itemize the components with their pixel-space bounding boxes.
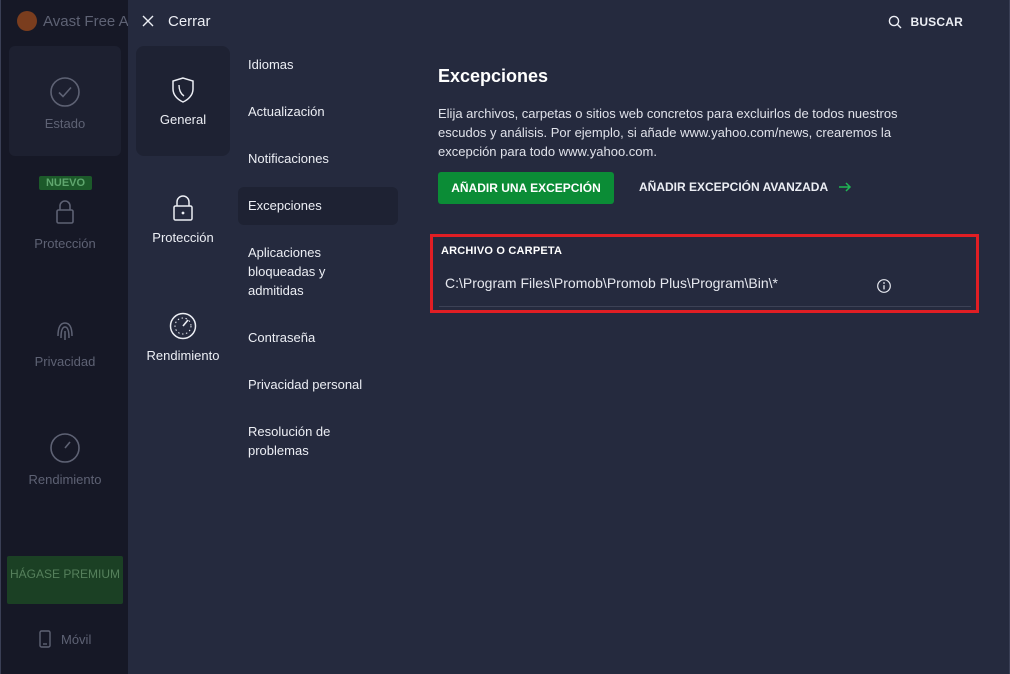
subnav-actualizacion[interactable]: Actualización (238, 102, 398, 121)
bg-nav-movil[interactable]: Móvil (39, 630, 91, 648)
page-description: Elija archivos, carpetas o sitios web co… (438, 106, 898, 159)
arrow-right-icon (839, 182, 852, 192)
bg-nav-proteccion[interactable]: Protección (9, 196, 121, 251)
lock-icon (173, 195, 193, 221)
shield-icon (172, 77, 194, 103)
exception-row[interactable]: C:\Program Files\Promob\Promob Plus\Prog… (439, 267, 971, 307)
close-button[interactable]: Cerrar (142, 10, 211, 32)
exception-path: C:\Program Files\Promob\Promob Plus\Prog… (445, 275, 778, 291)
column-header-file-folder: ARCHIVO O CARPETA (441, 245, 563, 257)
search-label: BUSCAR (910, 15, 963, 29)
settings-panel: Cerrar BUSCAR General Protección Rendimi… (128, 0, 1010, 674)
category-proteccion[interactable]: Protección (136, 194, 230, 245)
lock-icon (56, 200, 74, 224)
bg-nav-estado[interactable]: Estado (9, 46, 121, 156)
info-icon[interactable] (876, 278, 892, 294)
close-icon (142, 15, 154, 27)
background-app-sidebar: Avast Free A Estado NUEVO Protección Pri… (0, 0, 129, 674)
subnav-aplicaciones-bloqueadas[interactable]: Aplicaciones bloqueadas y admitidas (238, 243, 368, 300)
bg-nav-rendimiento[interactable]: Rendimiento (9, 432, 121, 487)
new-badge: NUEVO (39, 176, 92, 190)
premium-button[interactable]: HÁGASE PREMIUM (7, 556, 123, 604)
subnav-privacidad-personal[interactable]: Privacidad personal (238, 375, 398, 394)
avast-logo-icon (17, 11, 37, 31)
subnav-notificaciones[interactable]: Notificaciones (238, 149, 398, 168)
category-general[interactable]: General (136, 46, 230, 156)
subnav-excepciones[interactable]: Excepciones (238, 187, 398, 225)
bg-nav-privacidad[interactable]: Privacidad (9, 314, 121, 369)
background-app-title: Avast Free A (17, 10, 129, 32)
search-button[interactable]: BUSCAR (888, 12, 963, 32)
category-label: Protección (152, 230, 214, 245)
category-label: Rendimiento (146, 348, 220, 363)
subnav-resolucion-problemas[interactable]: Resolución de problemas (238, 422, 368, 460)
mobile-phone-icon (39, 630, 51, 648)
fingerprint-icon (57, 322, 73, 340)
subnav-idiomas[interactable]: Idiomas (238, 55, 398, 74)
close-label: Cerrar (168, 12, 211, 30)
exceptions-list: ARCHIVO O CARPETA C:\Program Files\Promo… (430, 234, 979, 313)
search-icon (889, 15, 902, 29)
speedometer-icon (169, 312, 197, 340)
category-rendimiento[interactable]: Rendimiento (136, 312, 230, 363)
speedometer-icon (50, 433, 80, 463)
subnav-contrasena[interactable]: Contraseña (238, 328, 398, 347)
add-exception-button[interactable]: AÑADIR UNA EXCEPCIÓN (438, 172, 614, 204)
check-circle-icon (50, 77, 80, 107)
category-label: General (159, 112, 207, 127)
page-title: Excepciones (438, 66, 549, 86)
add-advanced-exception-link[interactable]: AÑADIR EXCEPCIÓN AVANZADA (639, 180, 852, 194)
